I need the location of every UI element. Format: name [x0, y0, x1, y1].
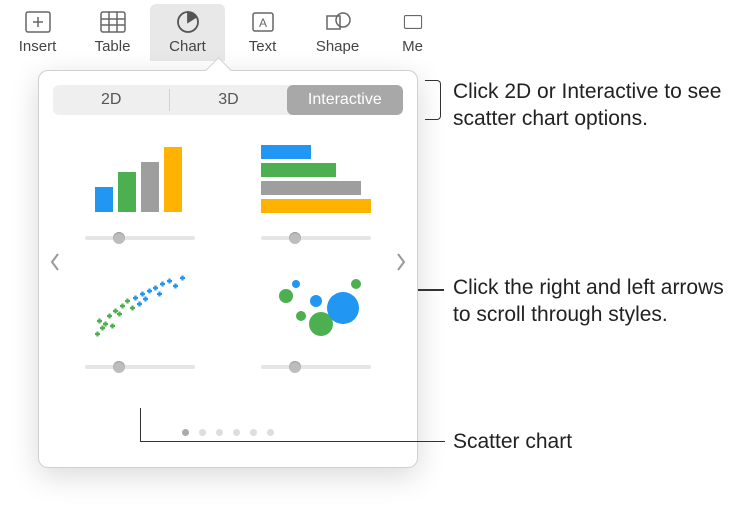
style-slider[interactable] [261, 359, 371, 375]
callout-scatter: Scatter chart [453, 428, 743, 455]
toolbar-table[interactable]: Table [75, 4, 150, 61]
shape-icon [322, 8, 354, 36]
column-chart-thumb [75, 129, 205, 224]
chart-grid [67, 129, 389, 375]
style-slider[interactable] [261, 230, 371, 246]
toolbar-insert[interactable]: Insert [0, 4, 75, 61]
chart-option-scatter[interactable] [67, 258, 213, 375]
toolbar-label: Me [402, 38, 423, 55]
insert-icon [22, 8, 54, 36]
chart-option-column[interactable] [67, 129, 213, 246]
toolbar-label: Table [95, 38, 131, 55]
toolbar-label: Text [249, 38, 277, 55]
toolbar-text[interactable]: A Text [225, 4, 300, 61]
text-icon: A [247, 8, 279, 36]
tab-3d[interactable]: 3D [170, 85, 286, 115]
scatter-chart-thumb [75, 258, 205, 353]
callout-bracket [425, 80, 441, 120]
toolbar-media[interactable]: Me [375, 4, 450, 61]
chart-grid-wrap [39, 129, 417, 419]
callout-tabs: Click 2D or Interactive to see scatter c… [453, 78, 743, 133]
callout-leader [140, 408, 445, 442]
segmented-control: 2D 3D Interactive [53, 85, 403, 115]
toolbar-chart[interactable]: Chart [150, 4, 225, 61]
tab-2d[interactable]: 2D [53, 85, 169, 115]
scroll-left-button[interactable] [45, 247, 65, 277]
toolbar-label: Chart [169, 38, 206, 55]
bubble-chart-thumb [251, 258, 381, 353]
chart-option-bar[interactable] [243, 129, 389, 246]
toolbar-label: Insert [19, 38, 57, 55]
scroll-right-button[interactable] [391, 247, 411, 277]
toolbar-shape[interactable]: Shape [300, 4, 375, 61]
chart-option-bubble[interactable] [243, 258, 389, 375]
svg-text:A: A [258, 16, 266, 30]
callout-arrows: Click the right and left arrows to scrol… [453, 274, 743, 329]
style-slider[interactable] [85, 230, 195, 246]
callout-leader [418, 289, 444, 291]
media-icon [397, 8, 429, 36]
table-icon [97, 8, 129, 36]
style-slider[interactable] [85, 359, 195, 375]
toolbar-label: Shape [316, 38, 359, 55]
chart-icon [172, 8, 204, 36]
tab-interactive[interactable]: Interactive [287, 85, 403, 115]
toolbar: Insert Table Chart A Text Shape Me [0, 0, 753, 61]
bar-chart-thumb [251, 129, 381, 224]
